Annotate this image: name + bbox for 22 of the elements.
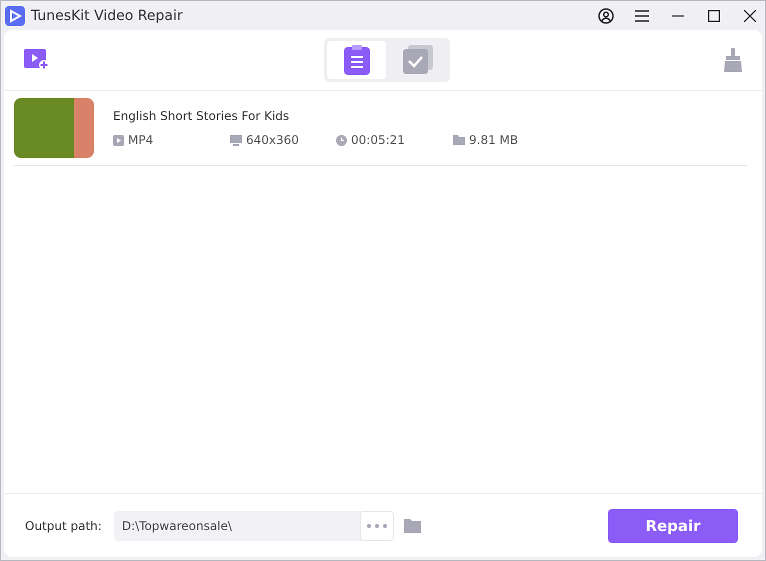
clock-icon xyxy=(336,134,347,146)
broom-icon[interactable] xyxy=(724,48,742,72)
monitor-icon xyxy=(230,134,242,146)
browse-more-button[interactable] xyxy=(360,510,394,540)
checkmark-icon xyxy=(402,45,432,75)
folder-icon xyxy=(453,135,465,145)
more-dots-icon xyxy=(366,524,387,528)
video-format: MP4 xyxy=(128,133,154,147)
video-title: English Short Stories For Kids xyxy=(113,109,290,123)
video-size: 9.81 MB xyxy=(469,133,518,147)
add-video-icon[interactable] xyxy=(24,49,50,71)
video-resolution: 640x360 xyxy=(246,133,299,147)
video-format-icon xyxy=(113,134,124,146)
repair-button[interactable]: Repair xyxy=(608,508,738,542)
output-path-field[interactable]: D:\Topwareonsale\ xyxy=(114,510,394,540)
open-folder-icon[interactable] xyxy=(404,518,421,532)
window-title: TunesKit Video Repair xyxy=(31,8,184,24)
output-path-label: Output path: xyxy=(25,518,102,532)
video-duration: 00:05:21 xyxy=(351,133,405,147)
app-logo-icon xyxy=(5,6,25,26)
repair-list-tab[interactable] xyxy=(327,41,386,79)
clipboard-icon xyxy=(344,45,370,75)
